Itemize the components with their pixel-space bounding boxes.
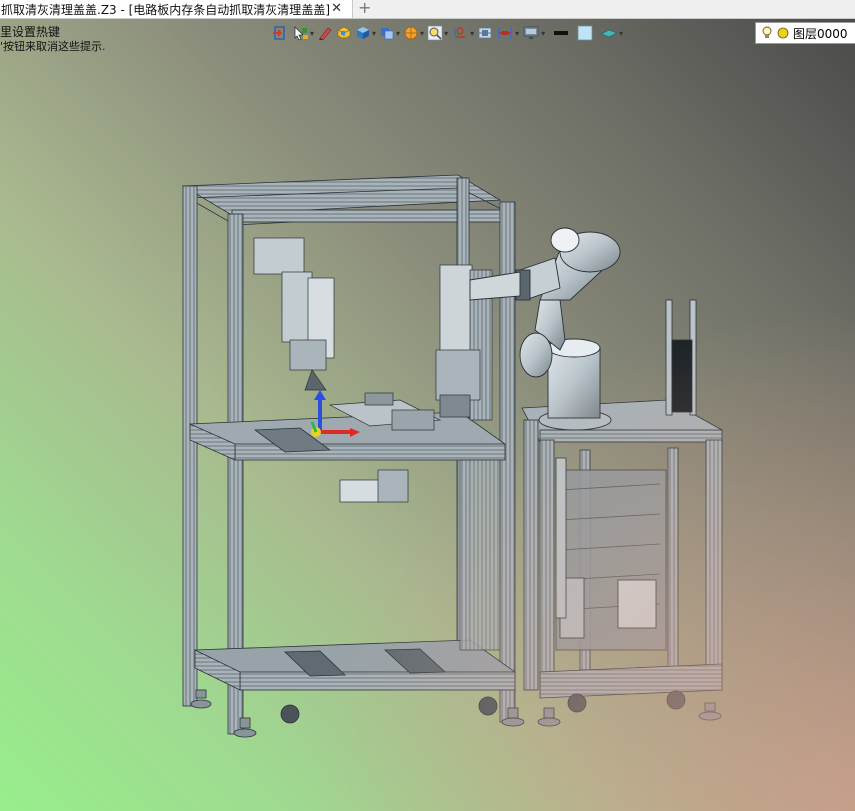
new-tab-icon[interactable]: + (358, 0, 371, 17)
document-tab[interactable]: 抓取清灰清理盖盖.Z3 - [电路板内存条自动抓取清灰清理盖盖] ✕ (0, 0, 353, 18)
right-cabinet (521, 399, 724, 699)
3d-model[interactable] (0, 19, 855, 811)
3d-viewport[interactable]: 里设置热键 '按钮来取消这些提示. ▾ ▾ ▾ ▾ ▾ ▾ ▾ ▾ ▾ 图层00… (0, 19, 855, 811)
magazine-tower (665, 299, 697, 416)
document-tab-bar: 抓取清灰清理盖盖.Z3 - [电路板内存条自动抓取清灰清理盖盖] ✕ + (0, 0, 855, 19)
casters (190, 689, 722, 738)
robot-arm (469, 227, 621, 431)
vertical-axis-module (253, 237, 335, 391)
document-tab-title: 抓取清灰清理盖盖.Z3 - [电路板内存条自动抓取清灰清理盖盖] (1, 2, 330, 17)
close-icon[interactable]: ✕ (331, 1, 342, 16)
lower-motor (339, 469, 409, 503)
left-frame (181, 174, 517, 735)
